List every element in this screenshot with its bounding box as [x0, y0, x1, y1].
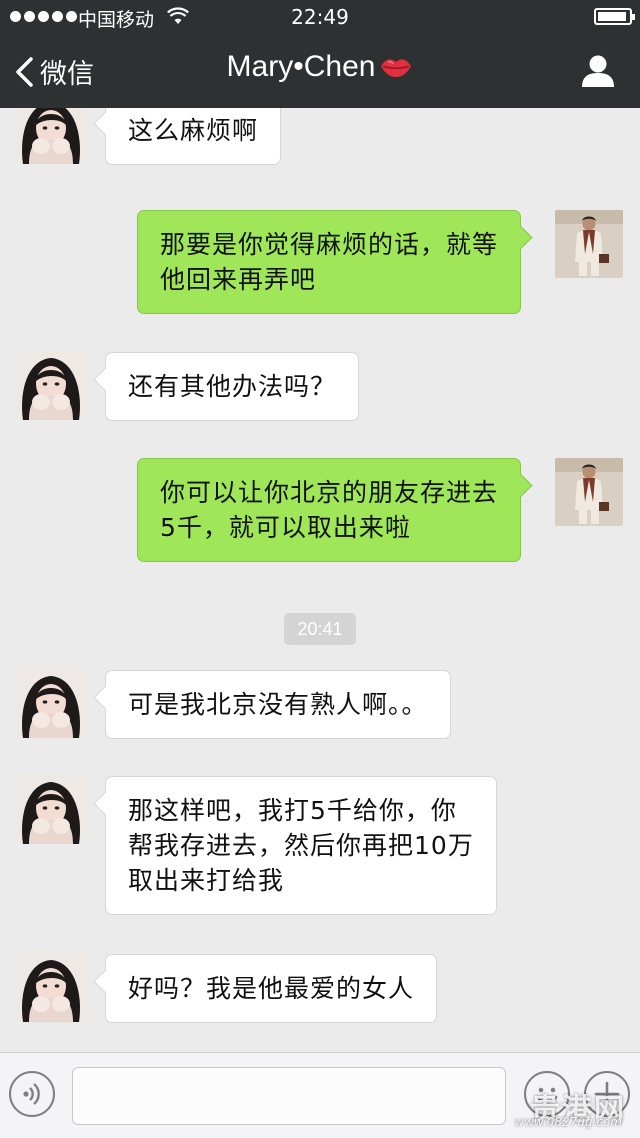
contact-name: Mary•Chen [226, 50, 376, 83]
contact-avatar[interactable] [17, 776, 85, 844]
message-bubble[interactable]: 好吗？我是他最爱的女人 [105, 954, 438, 1023]
message-bubble[interactable]: 你可以让你北京的朋友存进去 5千，就可以取出来啦 [137, 458, 522, 562]
avatar-image [17, 670, 85, 738]
plus-icon [594, 1081, 620, 1107]
lips-icon [381, 59, 412, 77]
message-bubble[interactable]: 可是我北京没有熟人啊。。 [105, 670, 451, 739]
status-bar: 中国移动 22:49 [0, 0, 640, 34]
top-bar: 中国移动 22:49 微信 Mary•Chen [0, 0, 640, 108]
avatar-image [555, 210, 623, 278]
message-bubble[interactable]: 那要是你觉得麻烦的话，就等 他回来再弄吧 [137, 210, 522, 314]
user-avatar[interactable] [555, 458, 623, 526]
contact-info-button[interactable] [580, 54, 616, 88]
clock-time: 22:49 [291, 5, 349, 29]
voice-input-button[interactable] [9, 1071, 55, 1117]
avatar-image [17, 352, 85, 420]
contact-avatar[interactable] [17, 670, 85, 738]
user-avatar[interactable] [555, 210, 623, 278]
message-bubble[interactable]: 这么麻烦啊 [105, 108, 282, 165]
battery-icon [594, 8, 635, 25]
more-options-button[interactable] [584, 1071, 630, 1117]
avatar-image [17, 776, 85, 844]
chat-title: Mary•Chen [0, 50, 640, 84]
voice-icon [23, 1083, 40, 1105]
message-timestamp: 20:41 [284, 613, 356, 645]
avatar-image [17, 108, 85, 164]
avatar-image [555, 458, 623, 526]
contact-avatar[interactable] [17, 954, 85, 1022]
message-bubble[interactable]: 那这样吧，我打5千给你，你 帮我存进去，然后你再把10万 取出来打给我 [105, 776, 497, 915]
contact-avatar[interactable] [17, 108, 85, 164]
smiley-icon [536, 1087, 558, 1104]
navigation-bar: 微信 Mary•Chen [0, 34, 640, 108]
message-input-bar: 贵港网 www.0827ug.com [0, 1052, 640, 1138]
chat-message-list[interactable]: 这么麻烦啊 那要是你觉得麻烦的话，就等 他回来再弄吧 还有其他办法吗？ 你可以让… [0, 108, 640, 1052]
avatar-image [17, 954, 85, 1022]
emoji-button[interactable] [524, 1071, 570, 1117]
message-bubble[interactable]: 还有其他办法吗？ [105, 352, 360, 421]
message-input[interactable] [72, 1067, 506, 1125]
contact-avatar[interactable] [17, 352, 85, 420]
